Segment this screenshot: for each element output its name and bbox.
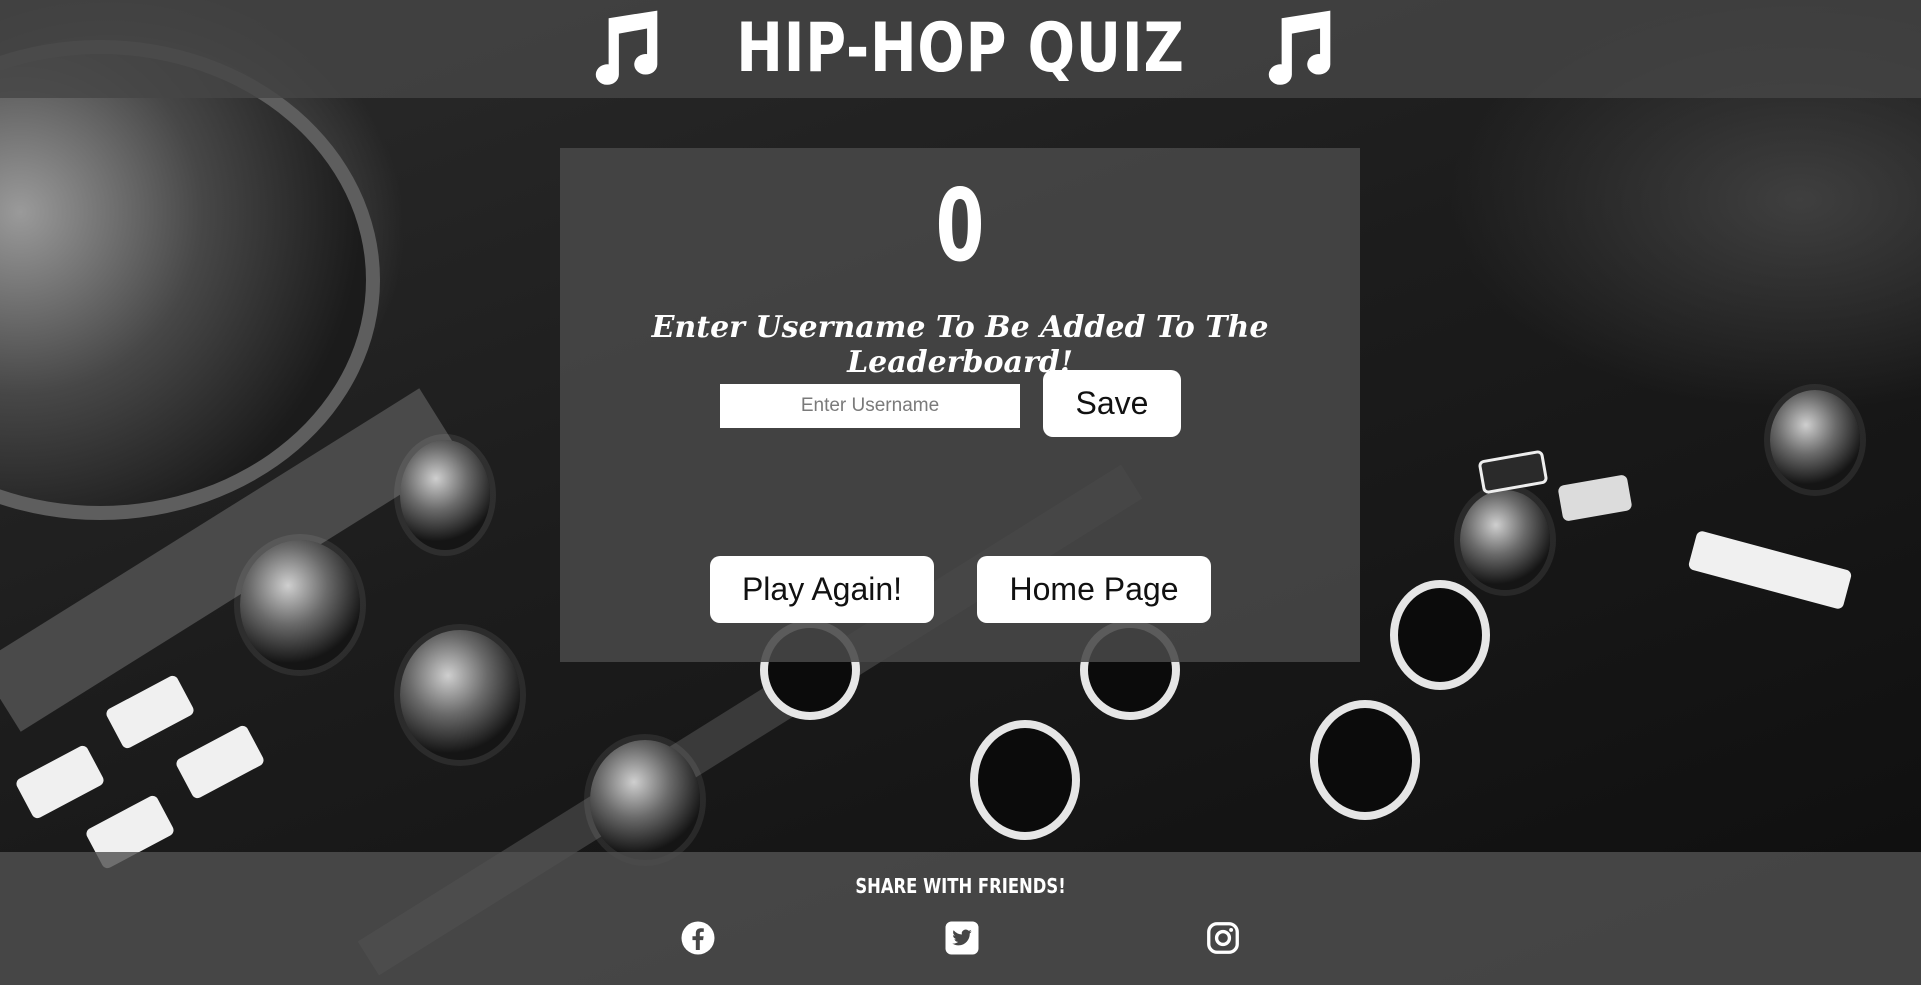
leaderboard-prompt: Enter Username To Be Added To The Leader… bbox=[651, 310, 1269, 380]
home-page-button[interactable]: Home Page bbox=[977, 556, 1211, 623]
site-header: HIP-HOP QUIZ bbox=[0, 0, 1921, 98]
instagram-icon[interactable] bbox=[1205, 920, 1241, 956]
site-title: HIP-HOP QUIZ bbox=[736, 9, 1185, 88]
results-card: 0 Enter Username To Be Added To The Lead… bbox=[560, 148, 1360, 662]
facebook-icon[interactable] bbox=[680, 920, 716, 956]
site-footer: SHARE WITH FRIENDS! bbox=[0, 852, 1921, 985]
music-note-icon bbox=[583, 8, 665, 90]
share-heading: SHARE WITH FRIENDS! bbox=[855, 874, 1066, 898]
save-button[interactable]: Save bbox=[1043, 370, 1181, 437]
music-note-icon bbox=[1256, 8, 1338, 90]
final-score: 0 bbox=[935, 167, 985, 284]
username-input[interactable] bbox=[720, 384, 1020, 428]
play-again-button[interactable]: Play Again! bbox=[710, 556, 934, 623]
twitter-icon[interactable] bbox=[944, 920, 980, 956]
